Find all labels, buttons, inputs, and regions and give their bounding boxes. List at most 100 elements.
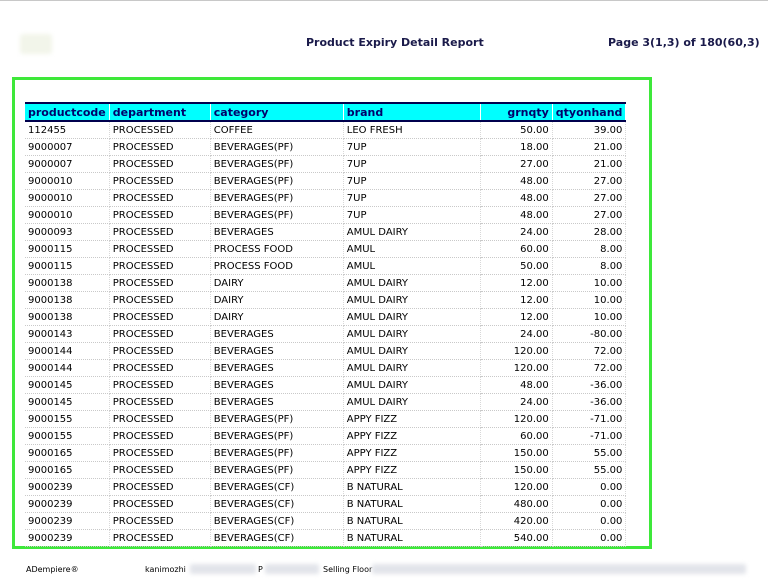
cell-category: DAIRY (210, 274, 344, 292)
cell-brand: APPY FIZZ (343, 461, 481, 479)
cell-qtyonhand: -80.00 (552, 325, 627, 343)
cell-category: BEVERAGES (210, 393, 344, 411)
cell-grnqty: 150.00 (480, 444, 553, 462)
cell-department: PROCESSED (109, 138, 211, 156)
cell-productcode: 9000138 (25, 274, 110, 292)
cell-department: PROCESSED (109, 359, 211, 377)
table-row: 9000155 PROCESSED BEVERAGES(PF) APPY FIZZ 12… (25, 410, 627, 428)
cell-grnqty: 12.00 (480, 274, 553, 292)
cell-grnqty: 60.00 (480, 240, 553, 258)
column-header-productcode[interactable]: productcode (25, 102, 110, 122)
cell-qtyonhand: 39.00 (552, 121, 627, 139)
cell-department: PROCESSED (109, 223, 211, 241)
cell-department: PROCESSED (109, 172, 211, 190)
cell-qtyonhand: -71.00 (552, 427, 627, 445)
cell-category: BEVERAGES(PF) (210, 206, 344, 224)
cell-brand: 7UP (343, 172, 481, 190)
cell-brand: 7UP (343, 138, 481, 156)
cell-productcode: 9000115 (25, 257, 110, 275)
top-rule (0, 0, 768, 1)
cell-brand: APPY FIZZ (343, 410, 481, 428)
column-header-qtyonhand[interactable]: qtyonhand (552, 102, 627, 122)
cell-grnqty: 540.00 (480, 529, 553, 547)
cell-category: BEVERAGES(PF) (210, 189, 344, 207)
cell-qtyonhand: -71.00 (552, 410, 627, 428)
table-row: 9000144 PROCESSED BEVERAGES AMUL DAIRY 120.0… (25, 342, 627, 360)
cell-productcode: 9000144 (25, 359, 110, 377)
cell-brand: AMUL DAIRY (343, 359, 481, 377)
cell-productcode: 9000144 (25, 342, 110, 360)
table-row: 9000010 PROCESSED BEVERAGES(PF) 7UP 48.00 27.… (25, 189, 627, 207)
cell-grnqty: 48.00 (480, 376, 553, 394)
cell-department: PROCESSED (109, 325, 211, 343)
cell-productcode: 9000145 (25, 393, 110, 411)
table-row: 9000145 PROCESSED BEVERAGES AMUL DAIRY 24.00… (25, 393, 627, 411)
cell-qtyonhand: 8.00 (552, 240, 627, 258)
cell-grnqty: 18.00 (480, 138, 553, 156)
table-row: 9000165 PROCESSED BEVERAGES(PF) APPY FIZZ 15… (25, 444, 627, 462)
cell-grnqty: 24.00 (480, 393, 553, 411)
cell-grnqty: 48.00 (480, 172, 553, 190)
cell-qtyonhand: 0.00 (552, 512, 627, 530)
cell-department: PROCESSED (109, 308, 211, 326)
cell-brand: AMUL DAIRY (343, 376, 481, 394)
table-row: 9000165 PROCESSED BEVERAGES(PF) APPY FIZZ 15… (25, 461, 627, 479)
footer-redacted-info (190, 564, 256, 574)
footer-location: Selling Floor (323, 565, 373, 574)
cell-department: PROCESSED (109, 274, 211, 292)
cell-category: DAIRY (210, 291, 344, 309)
table-row: 112455 PROCESSED COFFEE LEO FRESH 50.00 39.00 (25, 121, 627, 139)
cell-category: BEVERAGES(CF) (210, 495, 344, 513)
cell-category: BEVERAGES (210, 376, 344, 394)
table-row: 9000010 PROCESSED BEVERAGES(PF) 7UP 48.00 27.… (25, 206, 627, 224)
report-title: Product Expiry Detail Report (306, 36, 484, 49)
cell-department: PROCESSED (109, 291, 211, 309)
table-row: 9000007 PROCESSED BEVERAGES(PF) 7UP 27.00 21.… (25, 155, 627, 173)
cell-department: PROCESSED (109, 461, 211, 479)
table-row: 9000010 PROCESSED BEVERAGES(PF) 7UP 48.00 27.… (25, 172, 627, 190)
cell-category: BEVERAGES (210, 342, 344, 360)
cell-department: PROCESSED (109, 495, 211, 513)
cell-grnqty: 48.00 (480, 189, 553, 207)
cell-department: PROCESSED (109, 376, 211, 394)
column-header-brand[interactable]: brand (343, 102, 481, 122)
column-header-category[interactable]: category (210, 102, 344, 122)
cell-productcode: 9000239 (25, 495, 110, 513)
cell-productcode: 9000138 (25, 308, 110, 326)
footer-app-name: ADempiere® (26, 565, 79, 574)
cell-productcode: 112455 (25, 121, 110, 139)
cell-grnqty: 50.00 (480, 121, 553, 139)
footer-redacted-info (265, 564, 319, 574)
cell-productcode: 9000239 (25, 478, 110, 496)
cell-qtyonhand: -36.00 (552, 376, 627, 394)
cell-department: PROCESSED (109, 121, 211, 139)
column-header-department[interactable]: department (109, 102, 211, 122)
cell-qtyonhand: 55.00 (552, 461, 627, 479)
cell-productcode: 9000010 (25, 206, 110, 224)
cell-qtyonhand: 21.00 (552, 155, 627, 173)
cell-grnqty: 27.00 (480, 155, 553, 173)
column-header-grnqty[interactable]: grnqty (480, 102, 553, 122)
cell-productcode: 9000138 (25, 291, 110, 309)
company-logo (20, 34, 52, 54)
cell-grnqty: 120.00 (480, 410, 553, 428)
cell-productcode: 9000093 (25, 223, 110, 241)
footer-redacted-info (372, 564, 746, 574)
cell-department: PROCESSED (109, 342, 211, 360)
cell-grnqty: 50.00 (480, 257, 553, 275)
cell-qtyonhand: 0.00 (552, 529, 627, 547)
cell-qtyonhand: 55.00 (552, 444, 627, 462)
table-row: 9000144 PROCESSED BEVERAGES AMUL DAIRY 120.0… (25, 359, 627, 377)
cell-category: BEVERAGES (210, 325, 344, 343)
cell-brand: APPY FIZZ (343, 444, 481, 462)
cell-department: PROCESSED (109, 529, 211, 547)
cell-productcode: 9000165 (25, 461, 110, 479)
table-row: 9000239 PROCESSED BEVERAGES(CF) B NATURAL 42… (25, 512, 627, 530)
cell-qtyonhand: 10.00 (552, 291, 627, 309)
cell-department: PROCESSED (109, 478, 211, 496)
cell-category: BEVERAGES(CF) (210, 529, 344, 547)
cell-department: PROCESSED (109, 393, 211, 411)
table-row: 9000138 PROCESSED DAIRY AMUL DAIRY 12.00 10.0… (25, 308, 627, 326)
cell-productcode: 9000239 (25, 529, 110, 547)
cell-qtyonhand: 27.00 (552, 172, 627, 190)
